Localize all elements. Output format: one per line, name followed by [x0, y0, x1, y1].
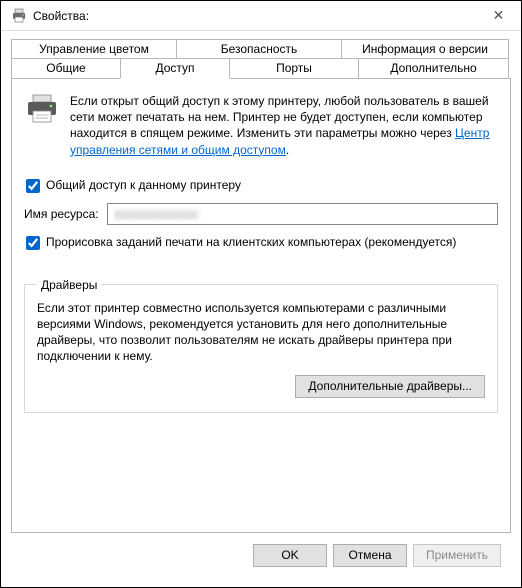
render-jobs-label: Прорисовка заданий печати на клиентских …: [46, 235, 456, 249]
render-checkbox-row: Прорисовка заданий печати на клиентских …: [26, 235, 498, 250]
share-checkbox-row: Общий доступ к данному принтеру: [26, 178, 498, 193]
render-jobs-checkbox[interactable]: [26, 236, 40, 250]
close-button[interactable]: ✕: [476, 1, 521, 30]
tab-general[interactable]: Общие: [11, 58, 121, 79]
tab-sharing[interactable]: Доступ: [120, 58, 230, 79]
tab-ports[interactable]: Порты: [229, 58, 359, 79]
printer-icon: [11, 8, 27, 24]
close-icon: ✕: [493, 7, 505, 24]
share-printer-label: Общий доступ к данному принтеру: [46, 178, 241, 192]
tab-security[interactable]: Безопасность: [176, 39, 342, 60]
titlebar: Свойства: ✕: [1, 1, 521, 31]
tab-strip: Управление цветом Безопасность Информаци…: [11, 39, 511, 79]
cancel-button[interactable]: Отмена: [333, 544, 407, 567]
additional-drivers-button[interactable]: Дополнительные драйверы...: [295, 375, 485, 398]
share-name-label: Имя ресурса:: [24, 207, 99, 221]
drivers-text: Если этот принтер совместно используется…: [37, 300, 485, 365]
ok-button[interactable]: OK: [253, 544, 327, 567]
apply-button[interactable]: Применить: [413, 544, 501, 567]
drivers-group: Драйверы Если этот принтер совместно исп…: [24, 278, 498, 413]
intro-text: Если открыт общий доступ к этому принтер…: [70, 93, 498, 158]
tab-panel-sharing: Если открыт общий доступ к этому принтер…: [11, 79, 511, 533]
drivers-legend: Драйверы: [37, 278, 101, 292]
printer-icon-large: [24, 93, 60, 158]
tab-advanced[interactable]: Дополнительно: [358, 58, 509, 79]
share-printer-checkbox[interactable]: [26, 179, 40, 193]
share-name-row: Имя ресурса:: [24, 203, 498, 225]
tab-color-management[interactable]: Управление цветом: [11, 39, 177, 60]
intro-section: Если открыт общий доступ к этому принтер…: [24, 93, 498, 158]
share-name-input[interactable]: [107, 203, 498, 225]
tab-version-info[interactable]: Информация о версии: [341, 39, 509, 60]
properties-dialog: Свойства: ✕ Управление цветом Безопаснос…: [0, 0, 522, 588]
dialog-content: Управление цветом Безопасность Информаци…: [1, 31, 521, 587]
dialog-footer: OK Отмена Применить: [11, 533, 511, 577]
window-title: Свойства:: [33, 9, 89, 23]
